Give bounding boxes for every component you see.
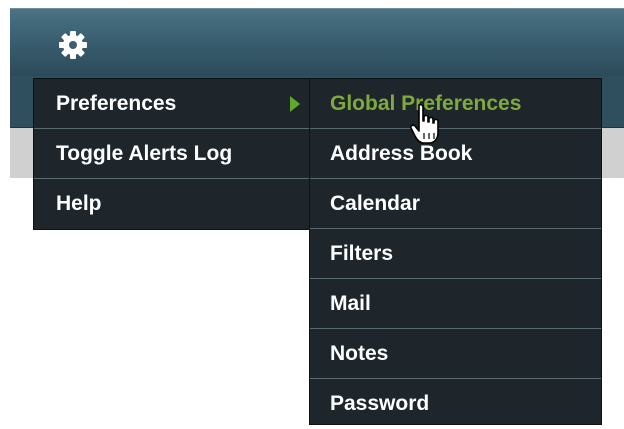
submenu-item-notes[interactable]: Notes [310,329,601,379]
top-toolbar [10,8,624,76]
submenu-item-label: Notes [330,342,389,365]
menu-item-toggle-alerts-log[interactable]: Toggle Alerts Log [34,129,309,179]
submenu-item-label: Calendar [330,192,420,215]
submenu-item-label: Filters [330,242,394,265]
menu-item-preferences[interactable]: Preferences [34,79,309,129]
submenu-item-password[interactable]: Password [310,379,601,429]
menu-item-label: Help [56,192,102,215]
submenu-item-label: Mail [330,292,371,315]
submenu-item-label: Address Book [330,142,473,165]
menu-item-help[interactable]: Help [34,179,309,229]
submenu-item-address-book[interactable]: Address Book [310,129,601,179]
hand-pointer-icon [410,103,440,147]
menu-item-label: Preferences [56,92,177,115]
submenu-item-label: Password [330,392,430,415]
submenu-item-mail[interactable]: Mail [310,279,601,329]
gear-icon[interactable] [58,30,88,60]
preferences-submenu: Global Preferences Address Book Calendar… [309,78,602,425]
submenu-item-filters[interactable]: Filters [310,229,601,279]
main-dropdown-menu: Preferences Toggle Alerts Log Help [33,78,310,230]
menu-item-label: Toggle Alerts Log [56,142,233,165]
submenu-item-global-preferences[interactable]: Global Preferences [310,79,601,129]
triangle-right-icon [290,96,300,112]
submenu-item-calendar[interactable]: Calendar [310,179,601,229]
